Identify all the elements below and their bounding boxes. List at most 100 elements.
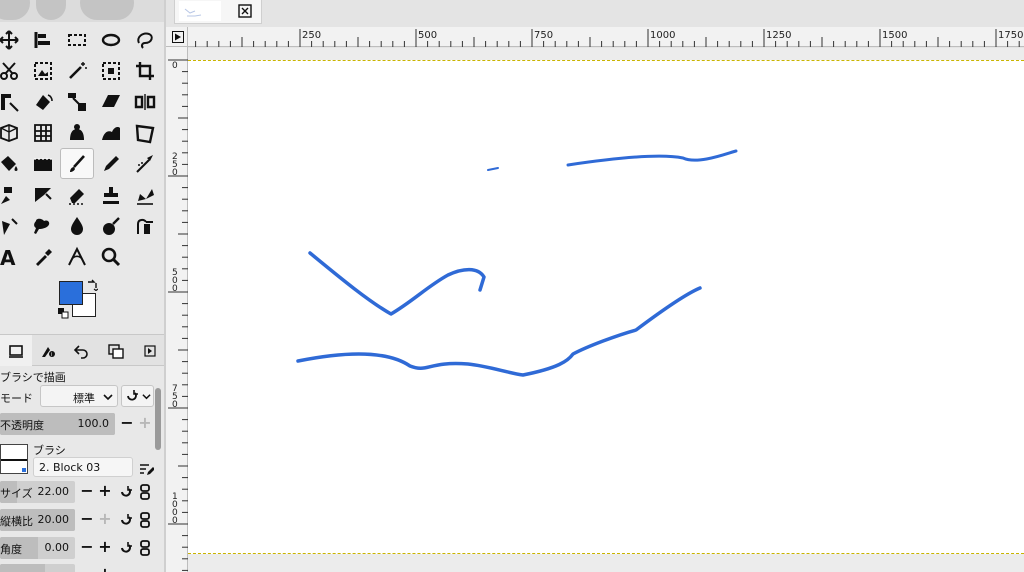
- image-tab[interactable]: [174, 0, 262, 24]
- reset-mode-combo[interactable]: [121, 385, 154, 407]
- bucket-fill-tool[interactable]: [0, 148, 26, 179]
- lasso-tool[interactable]: [128, 24, 162, 55]
- pencil-tool[interactable]: [94, 148, 128, 179]
- angle-slider[interactable]: 角度 0.00: [0, 537, 75, 559]
- ellipse-select-tool[interactable]: [94, 24, 128, 55]
- link-icon[interactable]: [137, 484, 153, 500]
- burn-tool[interactable]: [94, 210, 128, 241]
- brush-strokes: [296, 149, 738, 377]
- size-value: 22.00: [37, 485, 70, 498]
- edit-brush-icon[interactable]: [138, 461, 154, 477]
- grid-transform-tool[interactable]: [26, 117, 60, 148]
- foreground-select-tool[interactable]: [26, 55, 60, 86]
- move-icon: [0, 29, 19, 50]
- paths-icon: [137, 218, 153, 234]
- opacity-decrease-button[interactable]: −: [119, 415, 135, 433]
- heal-icon: [137, 188, 154, 205]
- angle-decrease-button[interactable]: −: [79, 539, 95, 557]
- next-decrease-button[interactable]: −: [79, 566, 95, 572]
- rect-select-tool[interactable]: [60, 24, 94, 55]
- airbrush-tool[interactable]: [128, 148, 162, 179]
- dodge-tool[interactable]: [60, 210, 94, 241]
- fuzzy-select-tool[interactable]: [60, 55, 94, 86]
- opacity-slider[interactable]: 不透明度 100.0: [0, 413, 115, 435]
- rotate-tool[interactable]: [26, 86, 60, 117]
- scissors-select-tool[interactable]: [0, 55, 26, 86]
- shear-tool[interactable]: [94, 86, 128, 117]
- blur-tool[interactable]: [26, 210, 60, 241]
- options-scrollbar[interactable]: [155, 388, 161, 450]
- default-colors-icon[interactable]: [58, 308, 70, 320]
- ruler-ticks: 02505007501000: [168, 59, 188, 571]
- size-decrease-button[interactable]: −: [79, 483, 95, 501]
- quick-mask-toggle[interactable]: [166, 27, 188, 47]
- clone-tool[interactable]: [94, 179, 128, 210]
- fuzzy-select-icon: [69, 61, 87, 79]
- close-box-icon[interactable]: [238, 4, 252, 18]
- size-increase-button[interactable]: +: [97, 483, 113, 501]
- image-canvas[interactable]: [188, 60, 1024, 554]
- reset-icon[interactable]: [118, 512, 134, 528]
- opacity-value: 100.0: [77, 417, 110, 430]
- color-select-tool[interactable]: [94, 55, 128, 86]
- next-slider[interactable]: [0, 564, 75, 572]
- swap-colors-icon[interactable]: [86, 279, 98, 291]
- unified-transform-tool[interactable]: [0, 86, 26, 117]
- handle-transform-tool[interactable]: [128, 117, 162, 148]
- mypaint-brush-tool[interactable]: [0, 179, 26, 210]
- link-icon[interactable]: [137, 512, 153, 528]
- mode-combo[interactable]: 標準: [40, 385, 118, 407]
- ruler-label: 500: [418, 30, 437, 41]
- flip-tool[interactable]: [128, 86, 162, 117]
- brush-name-field[interactable]: 2. Block 03: [33, 457, 133, 477]
- link-icon[interactable]: [137, 540, 153, 556]
- canvas-area[interactable]: [188, 48, 1024, 572]
- aspect-increase-button[interactable]: +: [97, 511, 113, 529]
- paintbrush-tool[interactable]: [60, 148, 94, 179]
- pencil-icon: [104, 155, 119, 171]
- scale-tool[interactable]: [60, 86, 94, 117]
- paths-tool[interactable]: [128, 210, 162, 241]
- cage-tool[interactable]: [60, 117, 94, 148]
- smudge-tool[interactable]: [0, 210, 26, 241]
- color-picker-tool[interactable]: [26, 241, 60, 272]
- color-area[interactable]: [58, 279, 100, 322]
- measure-tool[interactable]: [60, 241, 94, 272]
- mode-row: モード 標準: [0, 385, 154, 409]
- foreground-color-swatch[interactable]: [59, 281, 83, 305]
- images-tab[interactable]: [100, 335, 132, 366]
- reset-icon[interactable]: [118, 540, 134, 556]
- text-tool[interactable]: A: [0, 241, 26, 272]
- gradient-tool[interactable]: [26, 148, 60, 179]
- ellipse-select-icon: [101, 33, 121, 46]
- tool-options-tab[interactable]: [0, 335, 32, 366]
- aspect-slider[interactable]: 縦横比 20.00: [0, 509, 75, 531]
- opacity-label: 不透明度: [0, 419, 44, 432]
- vertical-ruler[interactable]: 02505007501000: [166, 47, 188, 572]
- reset-icon[interactable]: [118, 484, 134, 500]
- warp-tool[interactable]: [94, 117, 128, 148]
- dodge-icon: [71, 216, 83, 235]
- perspective-tool[interactable]: [0, 117, 26, 148]
- play-icon: [172, 31, 184, 43]
- move-tool[interactable]: [0, 24, 26, 55]
- horizontal-ruler[interactable]: 250 500 750 1000 1250 1500 1750: [188, 27, 1024, 47]
- heal-tool[interactable]: [128, 179, 162, 210]
- next-increase-button[interactable]: +: [97, 566, 113, 572]
- brush-preview[interactable]: [0, 444, 28, 474]
- undo-history-tab[interactable]: [66, 335, 98, 366]
- size-slider[interactable]: サイズ 22.00: [0, 481, 75, 503]
- align-tool[interactable]: [26, 24, 60, 55]
- aspect-decrease-button[interactable]: −: [79, 511, 95, 529]
- crop-tool[interactable]: [128, 55, 162, 86]
- angle-increase-button[interactable]: +: [97, 539, 113, 557]
- eraser-tool[interactable]: [60, 179, 94, 210]
- zoom-icon: [101, 247, 121, 266]
- zoom-tool[interactable]: [94, 241, 128, 272]
- device-status-tab[interactable]: i: [32, 335, 64, 366]
- chevron-down-icon: [142, 394, 151, 400]
- opacity-increase-button[interactable]: +: [137, 415, 153, 433]
- cage-icon: [70, 123, 84, 140]
- tab-menu[interactable]: [136, 335, 164, 366]
- ink-tool[interactable]: [26, 179, 60, 210]
